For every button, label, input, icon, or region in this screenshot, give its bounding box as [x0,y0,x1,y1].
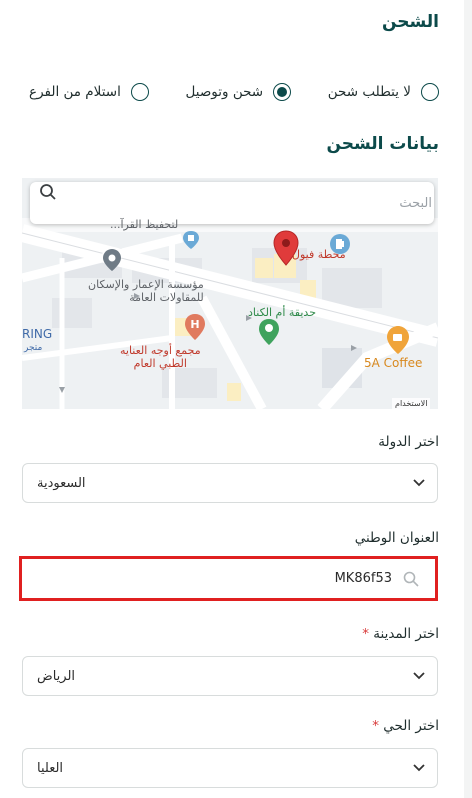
search-icon [40,184,56,200]
svg-text:H: H [190,318,199,331]
shipping-title: الشحن [381,12,439,32]
national-address-field[interactable] [25,562,432,595]
map-label-company-line1: مؤسسة الإعمار والإسكان [88,278,204,291]
cafe-icon [387,326,409,354]
national-address-field-highlight [19,556,438,601]
option-no-shipping[interactable]: لا يتطلب شحن [328,83,439,101]
city-label-text: اختر المدينة [373,626,439,642]
map-label-cafe: 5A Coffee [364,356,423,370]
city-select[interactable]: الرياض [22,656,438,696]
place-pin-icon [103,249,121,271]
hospital-icon: H [185,314,205,340]
country-value: السعودية [37,475,86,491]
park-icon [259,319,279,345]
district-value: العليا [37,760,64,776]
shipping-options: لا يتطلب شحن شحن وتوصيل استلام من الفرع [29,80,439,104]
city-required-mark: * [362,626,369,642]
map-label-company: مؤسسة الإعمار والإسكان للمقاولات العامة [88,278,204,304]
chevron-down-icon [413,479,425,487]
map-label-company-line2: للمقاولات العامة [129,291,204,304]
city-label: اختر المدينة * [362,626,439,642]
country-select[interactable]: السعودية [22,463,438,503]
map-label-clinic-line2: الطبي العام [133,357,187,370]
map-label-top: لتحفيظ القرآ... [110,218,179,231]
chevron-down-icon [413,672,425,680]
option-branch-pickup[interactable]: استلام من الفرع [29,83,149,101]
district-label: اختر الحي * [372,718,439,734]
map-label-clinic-line1: مجمع أوجه العنايه [120,344,201,357]
district-required-mark: * [372,718,379,734]
mosque-icon [183,231,199,249]
map-label-fuel: محطة فيول [292,248,346,261]
radio-branch-pickup[interactable] [130,83,149,101]
map-view[interactable]: H لتحفيظ القرآ... محطة فيول مؤسسة الإعما… [22,178,438,409]
map-label-left-1: RING [22,327,53,341]
option-ship-deliver-label: شحن وتوصيل [185,84,264,100]
map-search-input[interactable] [100,194,434,212]
map-terms[interactable]: الاستخدام [392,398,431,409]
city-value: الرياض [37,668,76,684]
map-label-left-2: متجر [24,343,43,353]
map-label-garden: حديقة أم الكناد [248,306,317,319]
map-search-box[interactable] [30,182,434,224]
scroll-edge [464,0,472,798]
district-label-text: اختر الحي [383,718,439,734]
chevron-down-icon [413,764,425,772]
option-no-shipping-label: لا يتطلب شحن [327,84,411,100]
national-address-label: العنوان الوطني [354,530,439,546]
shipping-data-title: بيانات الشحن [326,134,439,154]
search-icon [403,571,419,587]
map-label-clinic: مجمع أوجه العنايه الطبي العام [120,344,201,370]
radio-no-shipping[interactable] [421,83,439,101]
radio-ship-deliver[interactable] [273,83,292,101]
national-address-input[interactable] [30,570,394,587]
option-branch-pickup-label: استلام من الفرع [29,84,121,100]
option-ship-deliver[interactable]: شحن وتوصيل [186,83,292,101]
country-label: اختر الدولة [378,434,439,450]
district-select[interactable]: العليا [22,748,438,788]
